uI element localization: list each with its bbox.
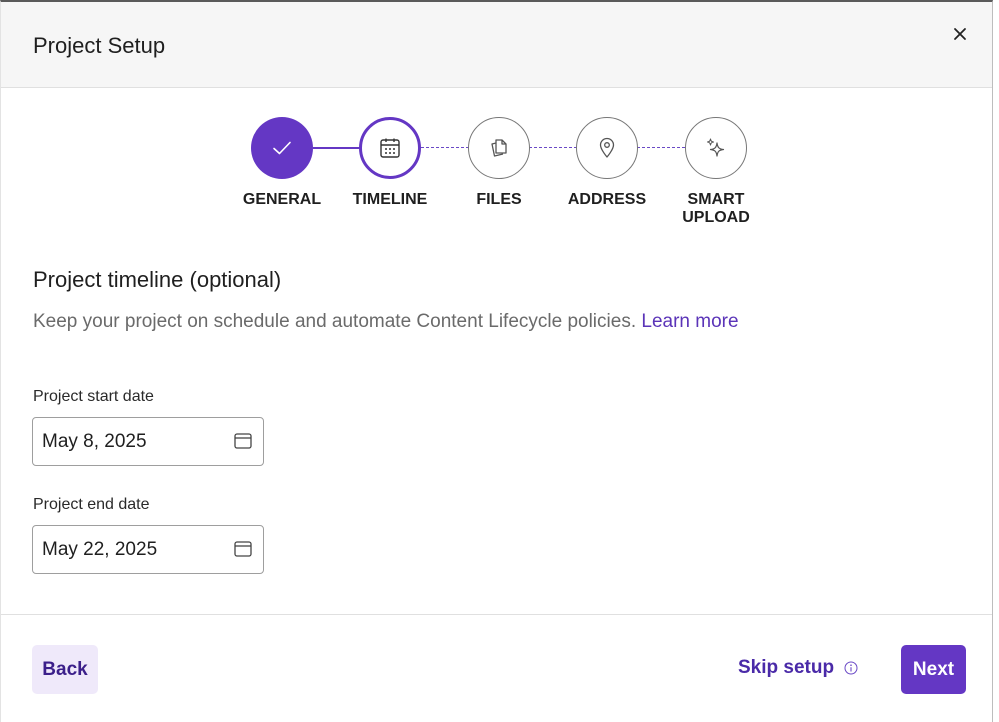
files-icon	[491, 139, 507, 157]
step-smart-upload[interactable]	[685, 117, 747, 179]
calendar-icon[interactable]	[233, 431, 253, 451]
next-button[interactable]: Next	[901, 645, 966, 694]
dialog-footer: Back Skip setup Next	[1, 614, 992, 722]
dialog-title: Project Setup	[33, 33, 166, 58]
back-button[interactable]: Back	[32, 645, 98, 694]
step-label-files: FILES	[476, 191, 522, 208]
step-connector-2	[421, 147, 469, 148]
start-date-input[interactable]	[33, 430, 218, 453]
setup-stepper: GENERAL TIMELINE FILES ADDRESS SMART UPL…	[1, 114, 992, 234]
end-date-label: Project end date	[33, 496, 150, 513]
check-icon	[273, 141, 291, 155]
skip-setup-button[interactable]: Skip setup	[738, 657, 834, 679]
learn-more-link[interactable]: Learn more	[641, 311, 738, 332]
step-connector-3	[529, 147, 577, 148]
section-description-text: Keep your project on schedule and automa…	[33, 311, 642, 332]
section-title: Project timeline (optional)	[33, 267, 282, 292]
step-label-address: ADDRESS	[567, 191, 647, 208]
dialog-header: Project Setup	[1, 2, 992, 88]
close-button[interactable]	[948, 22, 972, 46]
end-date-field[interactable]	[32, 525, 264, 574]
step-label-general: GENERAL	[242, 191, 322, 208]
step-timeline[interactable]	[359, 117, 421, 179]
section-description: Keep your project on schedule and automa…	[33, 311, 739, 333]
calendar-icon[interactable]	[233, 539, 253, 559]
location-pin-icon	[599, 137, 615, 158]
start-date-field[interactable]	[32, 417, 264, 466]
info-icon[interactable]	[844, 661, 858, 675]
skip-setup-group: Skip setup	[738, 657, 858, 679]
project-setup-dialog: Project Setup GENERAL TIMELINE FILES ADD…	[0, 0, 993, 722]
start-date-label: Project start date	[33, 388, 154, 405]
step-address[interactable]	[576, 117, 638, 179]
step-connector-4	[637, 147, 685, 148]
step-files[interactable]	[468, 117, 530, 179]
step-connector-1	[313, 147, 361, 149]
calendar-icon	[380, 138, 400, 158]
end-date-input[interactable]	[33, 538, 218, 561]
close-icon	[954, 28, 966, 40]
step-general[interactable]	[251, 117, 313, 179]
step-label-timeline: TIMELINE	[352, 191, 428, 208]
sparkle-icon	[706, 138, 725, 157]
step-label-smart-upload: SMART UPLOAD	[682, 191, 750, 226]
